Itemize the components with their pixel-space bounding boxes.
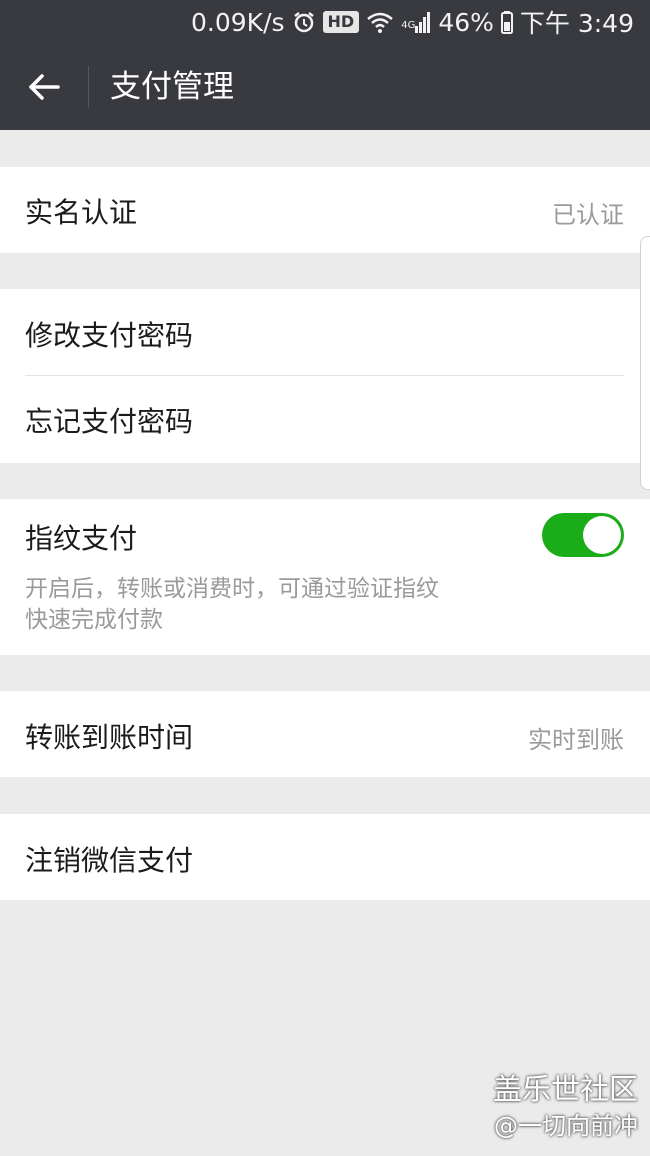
fingerprint-toggle[interactable]: [542, 513, 624, 557]
battery-percent: 46%: [438, 7, 494, 37]
status-bar-right: 0.09K/s HD 4G 46% 下午 3:49: [191, 0, 634, 44]
forgot-password-label: 忘记支付密码: [25, 405, 194, 438]
change-password-label: 修改支付密码: [25, 319, 194, 352]
password-group: 修改支付密码 忘记支付密码: [0, 289, 650, 463]
alarm-clock-icon: [292, 10, 316, 34]
cancel-wechat-pay-label: 注销微信支付: [25, 844, 194, 877]
edge-panel-handle[interactable]: [640, 236, 650, 490]
fingerprint-description-line1: 开启后，转账或消费时，可通过验证指纹: [25, 576, 439, 602]
list-item-real-name[interactable]: 实名认证 已认证: [0, 167, 650, 253]
back-button[interactable]: [18, 65, 70, 109]
status-bar: 0.09K/s HD 4G 46% 下午 3:49: [0, 0, 650, 44]
fingerprint-description-line2: 快速完成付款: [25, 607, 163, 633]
list-item-cancel-wechat-pay[interactable]: 注销微信支付: [0, 814, 650, 900]
toggle-knob: [583, 516, 621, 554]
clock: 下午 3:49: [519, 9, 634, 38]
watermark-user: @一切向前冲: [494, 1112, 638, 1140]
fingerprint-label: 指纹支付: [25, 522, 138, 555]
wifi-icon: [366, 10, 394, 34]
toolbar-divider: [88, 66, 89, 108]
list-item-fingerprint: 指纹支付 开启后，转账或消费时，可通过验证指纹 快速完成付款: [0, 499, 650, 655]
battery-icon: [500, 10, 513, 34]
real-name-status: 已认证: [552, 201, 624, 229]
list-item-forgot-password[interactable]: 忘记支付密码: [0, 376, 650, 462]
cellular-signal-icon: 4G: [401, 11, 431, 33]
real-name-label: 实名认证: [25, 196, 138, 229]
transfer-time-value: 实时到账: [528, 726, 624, 754]
page-title: 支付管理: [110, 69, 234, 105]
hd-badge: HD: [322, 11, 360, 33]
toolbar: 支付管理: [0, 44, 650, 130]
network-type: 4G: [401, 20, 416, 31]
list-item-transfer-time[interactable]: 转账到账时间 实时到账: [0, 691, 650, 777]
watermark-community: 盖乐世社区: [492, 1072, 638, 1106]
back-arrow-icon: [29, 74, 60, 100]
transfer-time-label: 转账到账时间: [25, 721, 194, 754]
network-speed: 0.09K/s: [191, 7, 285, 37]
list-item-change-password[interactable]: 修改支付密码: [0, 289, 650, 375]
